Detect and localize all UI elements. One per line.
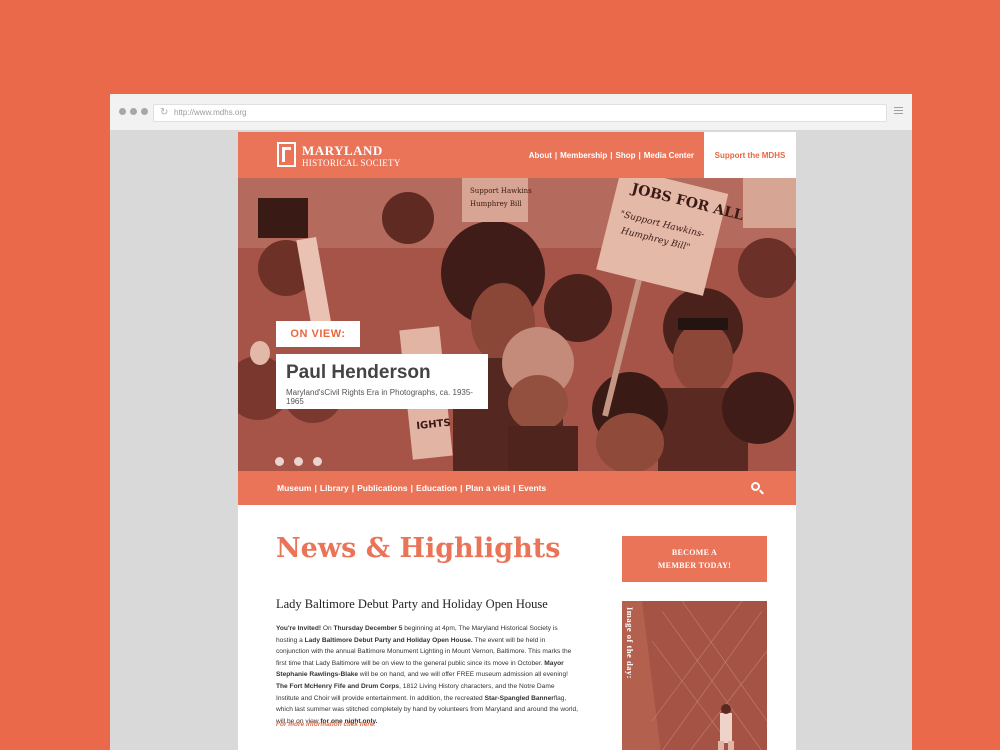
article-text-run: You're Invited!: [276, 625, 322, 632]
article-text-run: The Fort McHenry Fife and Drum Corps: [276, 682, 400, 690]
logo-mark-icon: [277, 142, 296, 167]
nav-publications[interactable]: Publications: [357, 483, 408, 493]
main-nav: Museum | Library | Publications | Education | Pl…: [238, 471, 796, 505]
article-text-run: On: [321, 625, 334, 632]
nav-shop[interactable]: Shop: [616, 151, 636, 160]
window-dot-icon[interactable]: [141, 108, 148, 115]
article-text-run: Lady Baltimore Debut Party and Holiday O…: [304, 636, 473, 644]
reload-icon[interactable]: ↻: [160, 107, 168, 119]
logo-title: MARYLAND: [302, 143, 383, 158]
hero-caption[interactable]: Paul Henderson Maryland'sCivil Rights Er…: [276, 354, 488, 409]
nav-plan-a-visit[interactable]: Plan a visit: [466, 483, 510, 493]
article-text-run: will be on hand, and we will offer FREE …: [358, 671, 568, 679]
slider-dot[interactable]: [294, 457, 303, 466]
hero-subtitle: Maryland'sCivil Rights Era in Photograph…: [286, 388, 473, 406]
article-body: You're Invited! On Thursday December 5 b…: [276, 623, 578, 727]
on-view-label: ON VIEW:: [276, 321, 360, 347]
become-line-2: MEMBER TODAY!: [657, 561, 732, 570]
search-icon[interactable]: [751, 482, 760, 491]
hero-title: Paul Henderson: [286, 362, 431, 383]
nav-membership[interactable]: Membership: [560, 151, 607, 160]
news-heading: News & Highlights: [276, 533, 561, 564]
address-bar[interactable]: ↻ http://www.mdhs.org: [153, 104, 887, 122]
nav-about[interactable]: About: [529, 151, 552, 160]
main-nav-links: Museum | Library | Publications | Education | Pl…: [277, 483, 547, 493]
become-member-button[interactable]: BECOME A MEMBER TODAY!: [622, 536, 767, 582]
svg-text:Support Hawkins: Support Hawkins: [470, 187, 532, 195]
window-dot-icon[interactable]: [130, 108, 137, 115]
article-title[interactable]: Lady Baltimore Debut Party and Holiday O…: [276, 597, 548, 612]
become-line-1: BECOME A: [671, 548, 718, 557]
logo-subtitle: HISTORICAL SOCIETY: [302, 158, 401, 168]
nav-media-center[interactable]: Media Center: [644, 151, 694, 160]
svg-text:Humphrey Bill: Humphrey Bill: [470, 200, 523, 208]
menu-icon[interactable]: [894, 107, 903, 116]
nav-events[interactable]: Events: [518, 483, 546, 493]
web-page: MARYLAND HISTORICAL SOCIETY About | Member…: [238, 132, 796, 750]
browser-toolbar: ↻ http://www.mdhs.org: [110, 94, 912, 130]
browser-window: ↻ http://www.mdhs.org MARYLAND HISTORICA…: [110, 94, 912, 750]
window-controls: [119, 108, 148, 115]
nav-museum[interactable]: Museum: [277, 483, 311, 493]
more-info-link[interactable]: For more information click here.: [276, 721, 375, 728]
top-nav: About | Membership | Shop | Media Center: [528, 151, 694, 160]
window-dot-icon[interactable]: [119, 108, 126, 115]
site-header: MARYLAND HISTORICAL SOCIETY About | Member…: [238, 132, 796, 178]
slider-dot[interactable]: [275, 457, 284, 466]
article-text-run: Star-Spangled Banner: [484, 694, 554, 702]
content-area: News & Highlights Lady Baltimore Debut P…: [238, 505, 796, 750]
slider-dot[interactable]: [313, 457, 322, 466]
slider-dots: [275, 457, 322, 466]
image-of-the-day[interactable]: Image of the day:: [622, 601, 767, 750]
url-text[interactable]: http://www.mdhs.org: [174, 107, 246, 119]
article-text-run: Thursday December 5: [333, 625, 403, 632]
hero-slider: JOBS FOR ALL "Support Hawkins- Humphrey …: [238, 178, 796, 471]
image-of-the-day-photo: [622, 601, 767, 750]
nav-library[interactable]: Library: [320, 483, 349, 493]
nav-education[interactable]: Education: [416, 483, 457, 493]
image-of-the-day-label: Image of the day:: [625, 607, 635, 680]
support-button[interactable]: Support the MDHS: [704, 132, 796, 178]
